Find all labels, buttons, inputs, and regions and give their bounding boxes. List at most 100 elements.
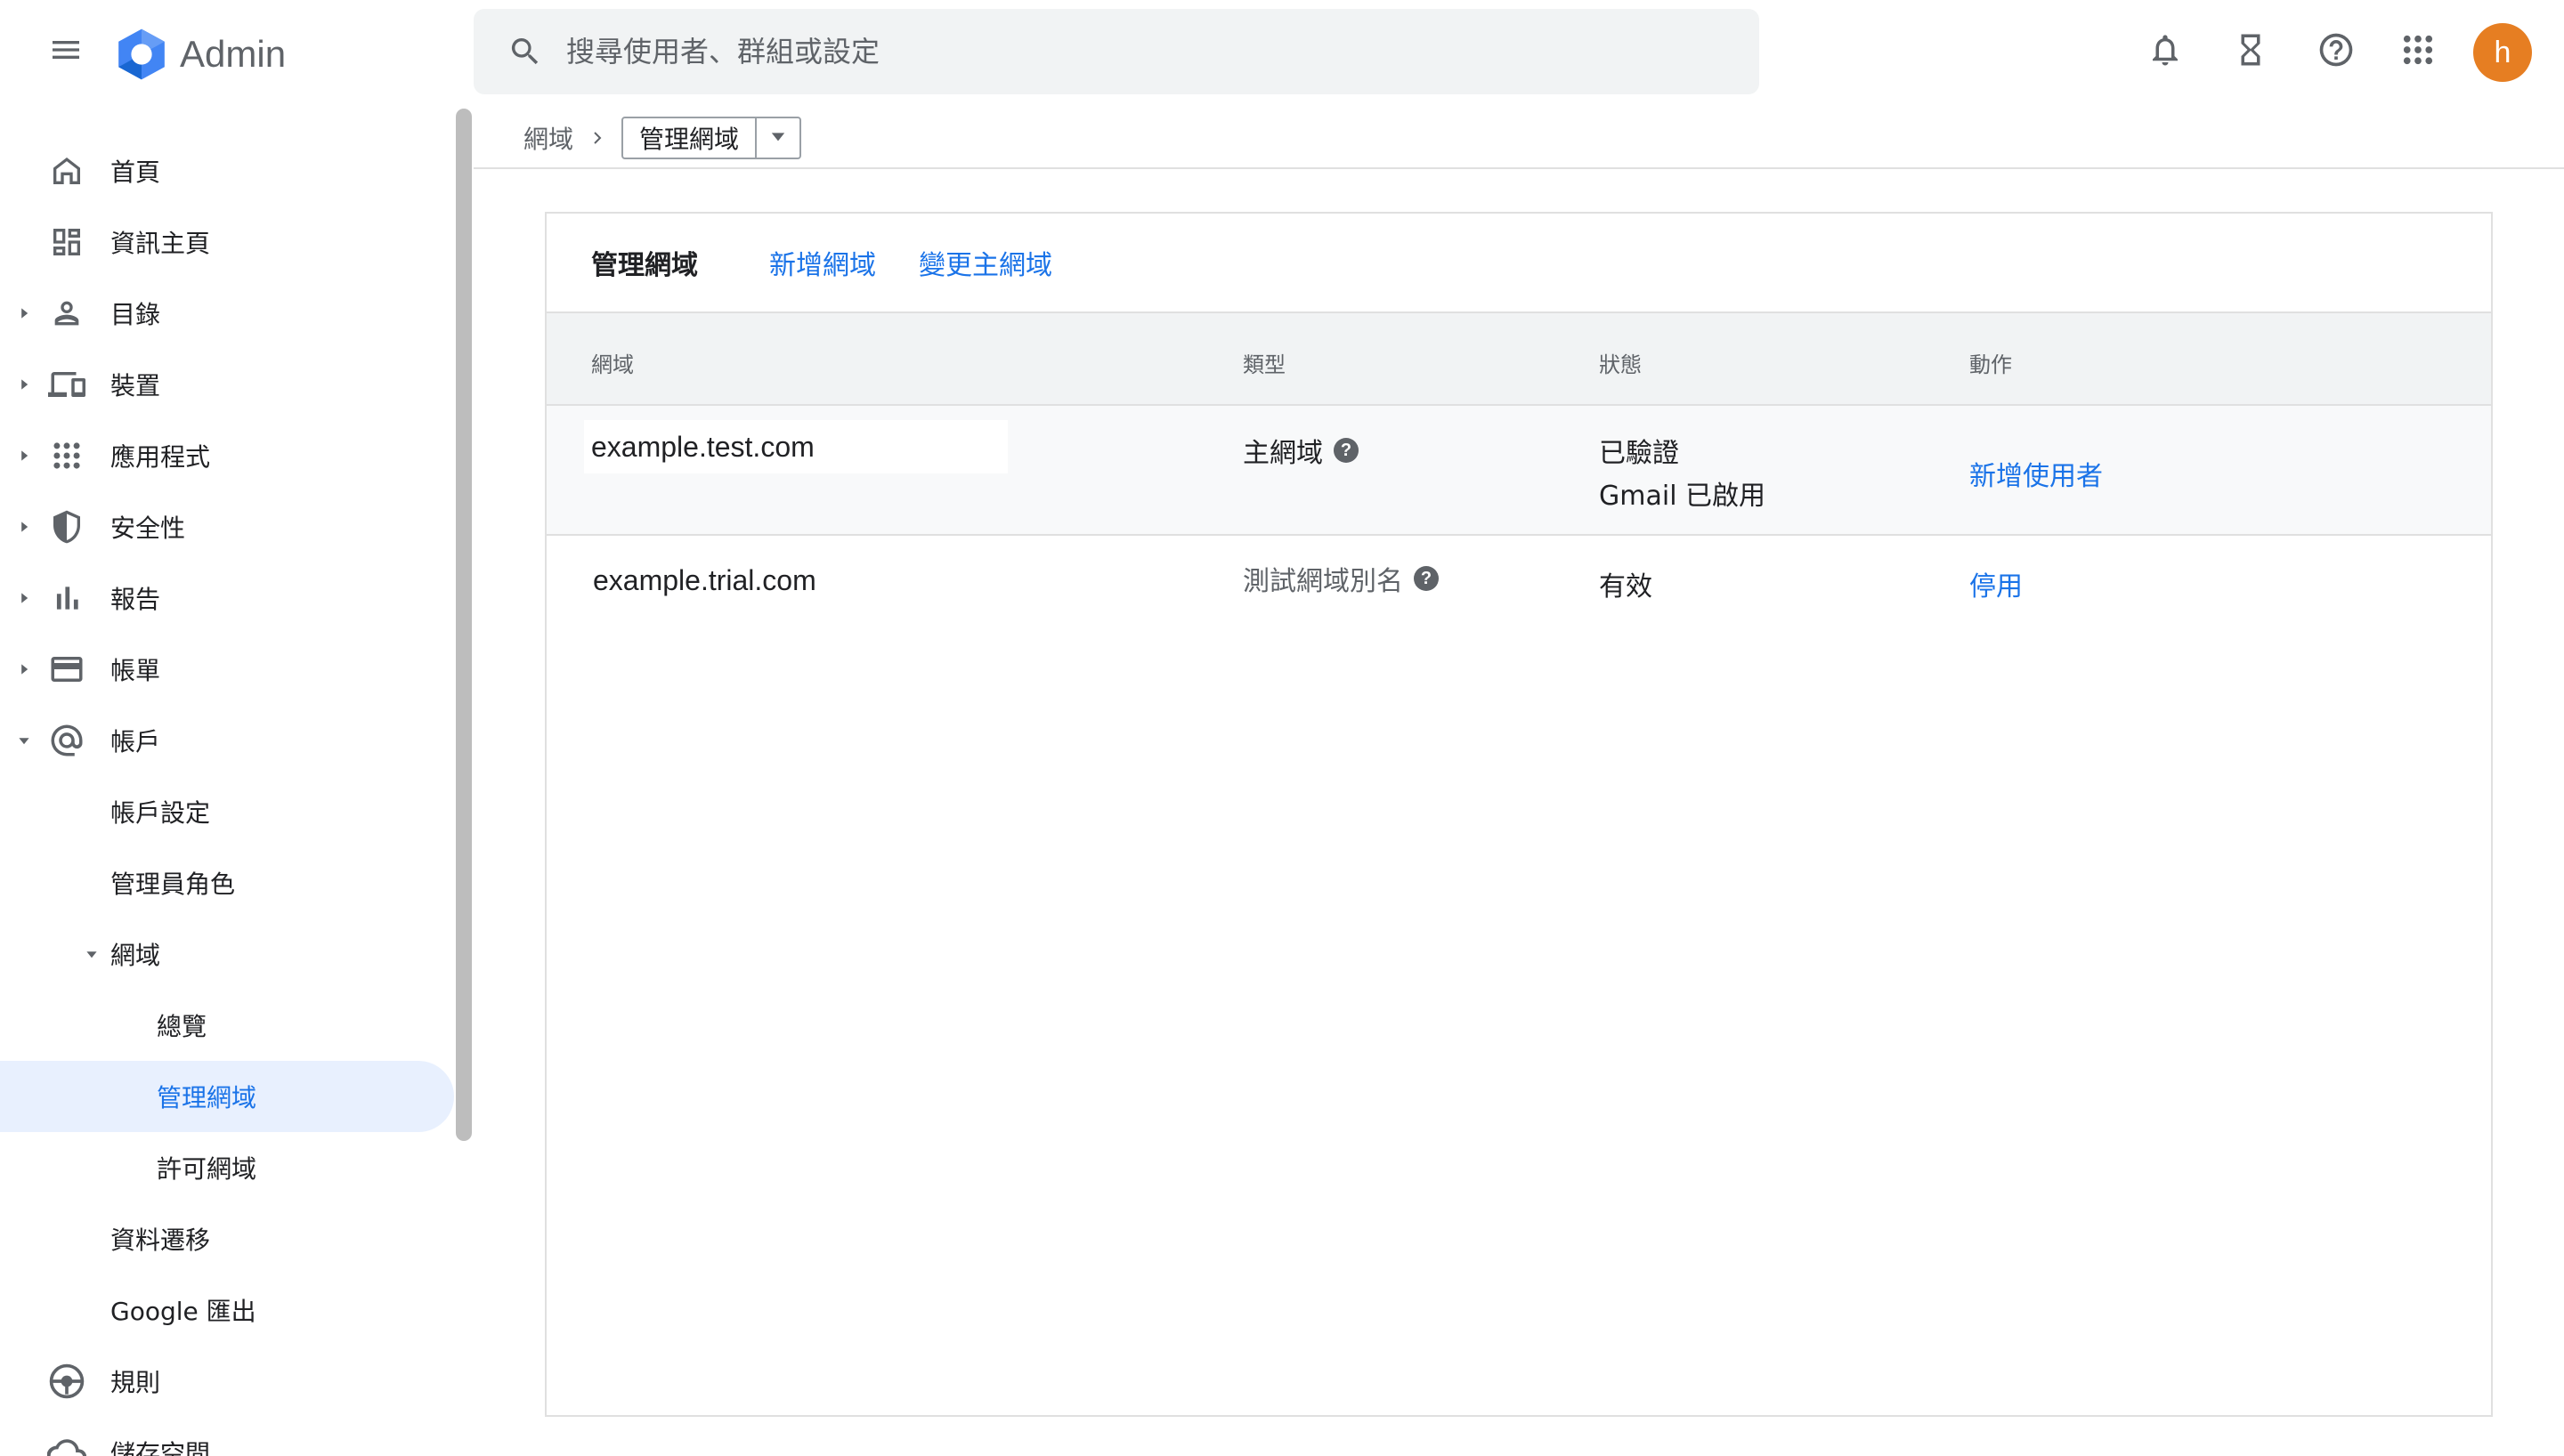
sidebar-item-google-export[interactable]: Google 匯出 — [0, 1274, 454, 1346]
domain-status-line: 有效 — [1599, 571, 1652, 603]
card-title: 管理網域 — [591, 250, 698, 281]
home-icon — [46, 150, 87, 191]
type-cell: 測試網域別名 ? — [1243, 559, 1439, 598]
caret-down-icon[interactable] — [82, 944, 101, 964]
domain-type: 測試網域別名 — [1243, 566, 1403, 597]
search-icon[interactable] — [506, 32, 545, 71]
user-avatar[interactable]: h — [2473, 23, 2532, 82]
sidebar-item-rules[interactable]: 規則 — [0, 1346, 454, 1417]
main-content: 網域 管理網域 管理網域 新增網域 變更主網域 網域 類型 狀態 動作 exam… — [474, 103, 2564, 1456]
shield-icon — [46, 506, 87, 547]
sidebar-item-label: 管理員角色 — [110, 870, 236, 899]
sidebar-item-label: 資訊主頁 — [110, 229, 211, 258]
notifications-button[interactable] — [2133, 20, 2197, 84]
tasks-button[interactable] — [2219, 20, 2283, 84]
column-header-action[interactable]: 動作 — [1969, 347, 2012, 378]
help-button[interactable] — [2304, 20, 2368, 84]
type-cell: 主網域 ? — [1243, 431, 1359, 470]
caret-right-icon[interactable] — [14, 517, 34, 537]
apps-grid-icon — [2399, 31, 2437, 72]
caret-right-icon[interactable] — [14, 303, 34, 323]
sidebar-item-label: 帳單 — [110, 656, 161, 685]
column-header-type[interactable]: 類型 — [1243, 347, 1286, 378]
breadcrumb-divider — [474, 167, 2564, 169]
sidebar-item-label: 應用程式 — [110, 442, 211, 472]
sidebar-scrollbar[interactable] — [456, 109, 472, 1141]
sidebar-item-label: 規則 — [110, 1368, 161, 1397]
at-icon — [46, 720, 87, 761]
add-users-link[interactable]: 新增使用者 — [1969, 454, 2103, 493]
caret-right-icon[interactable] — [14, 588, 34, 608]
caret-right-icon[interactable] — [14, 446, 34, 465]
sidebar-item-home[interactable]: 首頁 — [0, 135, 454, 206]
sidebar-item-billing[interactable]: 帳單 — [0, 634, 454, 705]
breadcrumb-root-link[interactable]: 網域 — [523, 120, 573, 156]
sidebar-item-data-migration[interactable]: 資料遷移 — [0, 1203, 454, 1274]
sidebar-item-security[interactable]: 安全性 — [0, 491, 454, 562]
sidebar-item-devices[interactable]: 裝置 — [0, 349, 454, 420]
devices-icon — [46, 364, 87, 405]
main-menu-button[interactable] — [34, 20, 98, 84]
sidebar-item-storage[interactable]: 儲存空間 — [0, 1417, 454, 1456]
sidebar-item-domains-overview[interactable]: 總覽 — [0, 990, 454, 1061]
sidebar-item-admin-roles[interactable]: 管理員角色 — [0, 847, 454, 918]
sidebar-item-apps[interactable]: 應用程式 — [0, 420, 454, 491]
domain-status-line: Gmail 已啟用 — [1599, 481, 1766, 512]
sidebar-nav: 首頁 資訊主頁 目錄 裝置 應用程式 安全性 報告 帳單 帳戶 帳戶設定 管理員… — [0, 103, 472, 1456]
sidebar-item-dashboard[interactable]: 資訊主頁 — [0, 206, 454, 278]
bar-chart-icon — [46, 578, 87, 619]
sidebar-item-label: 目錄 — [110, 300, 161, 329]
breadcrumb-dropdown-button[interactable] — [755, 118, 799, 158]
sidebar-item-label: Google 匯出 — [110, 1297, 256, 1326]
sidebar-item-reports[interactable]: 報告 — [0, 562, 454, 634]
sidebar-item-directory[interactable]: 目錄 — [0, 278, 454, 349]
admin-logo-text: Admin — [180, 33, 287, 75]
sidebar-item-account[interactable]: 帳戶 — [0, 705, 454, 776]
apps-launcher-button[interactable] — [2386, 20, 2450, 84]
table-header: 網域 類型 狀態 動作 — [547, 313, 2491, 406]
cloud-icon — [46, 1432, 87, 1456]
dashboard-icon — [46, 222, 87, 263]
sidebar-item-label: 裝置 — [110, 371, 161, 400]
domain-type: 主網域 — [1243, 438, 1323, 469]
card-header: 管理網域 新增網域 變更主網域 — [547, 214, 2491, 313]
breadcrumb-current-label: 管理網域 — [639, 125, 740, 154]
sidebar-item-label: 首頁 — [110, 158, 161, 187]
add-domain-link[interactable]: 新增網域 — [769, 243, 876, 282]
sidebar-item-label: 帳戶 — [110, 727, 161, 756]
chevron-right-icon — [582, 123, 613, 153]
help-icon[interactable]: ? — [1414, 566, 1439, 591]
admin-logo-icon — [118, 28, 165, 80]
caret-down-icon[interactable] — [14, 731, 34, 750]
help-icon — [2317, 30, 2356, 73]
sidebar-item-label: 資料遷移 — [110, 1225, 211, 1255]
column-header-domain[interactable]: 網域 — [591, 347, 634, 378]
breadcrumb-current: 管理網域 — [621, 117, 802, 159]
column-header-status[interactable]: 狀態 — [1599, 347, 1642, 378]
search-input[interactable] — [564, 34, 1681, 69]
sidebar-item-label: 儲存空間 — [110, 1439, 211, 1456]
table-row: example.test.com 主網域 ? 已驗證 Gmail 已啟用 新增使… — [547, 406, 2491, 536]
domain-cell: example.test.com — [584, 420, 1008, 473]
domain-status-line: 已驗證 — [1599, 438, 1679, 469]
sidebar-item-label: 總覽 — [157, 1012, 207, 1041]
change-primary-domain-link[interactable]: 變更主網域 — [919, 243, 1052, 282]
breadcrumb: 網域 管理網域 — [523, 116, 802, 160]
sidebar-item-allowlisted-domains[interactable]: 許可網域 — [0, 1132, 454, 1203]
sidebar-item-domains[interactable]: 網域 — [0, 918, 454, 990]
sidebar-item-label: 網域 — [110, 941, 161, 970]
sidebar-item-manage-domains[interactable]: 管理網域 — [0, 1061, 454, 1132]
person-icon — [46, 293, 87, 334]
rules-icon — [46, 1361, 87, 1402]
search-bar[interactable] — [474, 9, 1759, 94]
deactivate-link[interactable]: 停用 — [1969, 564, 2023, 603]
caret-right-icon[interactable] — [14, 375, 34, 394]
credit-card-icon — [46, 649, 87, 690]
sidebar-item-label: 管理網域 — [157, 1083, 257, 1112]
sidebar-item-account-settings[interactable]: 帳戶設定 — [0, 776, 454, 847]
sidebar-item-label: 報告 — [110, 585, 161, 614]
admin-logo[interactable]: Admin — [114, 27, 286, 82]
help-icon[interactable]: ? — [1334, 438, 1359, 463]
caret-right-icon[interactable] — [14, 659, 34, 679]
apps-icon — [46, 435, 87, 476]
